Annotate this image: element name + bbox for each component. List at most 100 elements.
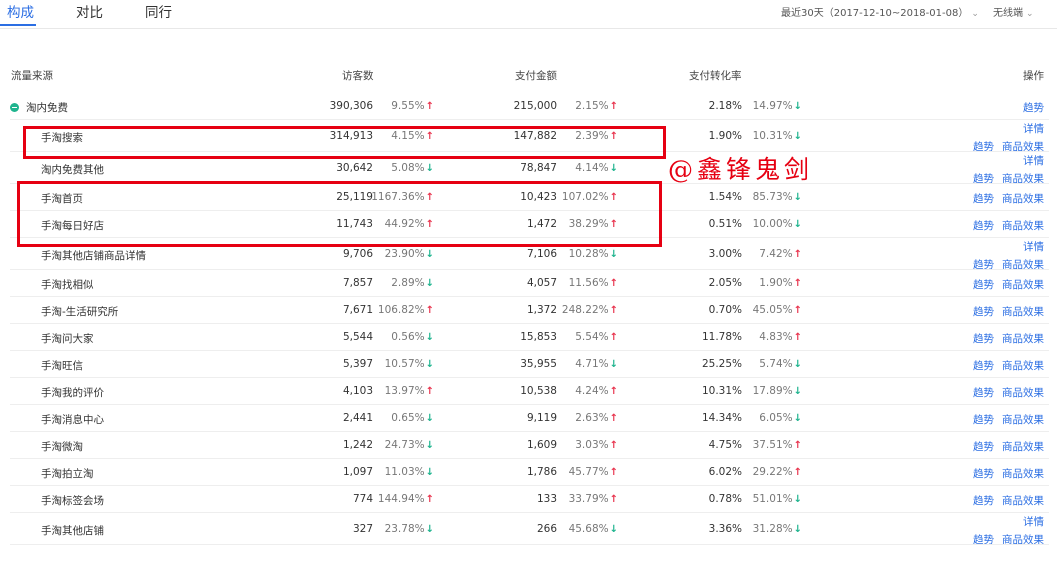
product-effect-link[interactable]: 商品效果 [1002,412,1044,427]
detail-link[interactable]: 详情 [1023,121,1044,136]
visitors-change-value: 23.78% [384,523,425,535]
product-effect-link[interactable]: 商品效果 [1002,439,1044,454]
arrow-down-icon: ↓ [425,412,434,424]
trend-link[interactable]: 趋势 [973,304,994,319]
product-effect-link[interactable]: 商品效果 [1002,331,1044,346]
payment-change-value: 4.14% [575,162,609,174]
payment-value: 78,847 [520,162,557,174]
trend-link[interactable]: 趋势 [973,385,994,400]
header-visitors[interactable]: 访客数 [342,68,374,83]
arrow-down-icon: ↓ [425,277,434,289]
detail-link[interactable]: 详情 [1023,239,1044,254]
header-payment[interactable]: 支付金额 [515,68,557,83]
source-name: 手淘旺信 [41,359,83,372]
payment-value: 7,106 [526,248,557,260]
arrow-down-icon: ↓ [425,466,434,478]
conversion-change-value: 31.28% [752,523,793,535]
conversion-change-value: 4.83% [759,330,793,343]
detail-link[interactable]: 详情 [1023,153,1044,168]
trend-link[interactable]: 趋势 [973,412,994,427]
conversion-value: 14.34% [701,411,742,424]
trend-link[interactable]: 趋势 [1023,100,1044,115]
visitors-change-value: 106.82% [377,303,425,316]
date-range-selector[interactable]: 最近30天（2017-12-10~2018-01-08） ⌄ [781,4,979,19]
trend-link[interactable]: 趋势 [973,331,994,346]
product-effect-link[interactable]: 商品效果 [1002,466,1044,481]
arrow-up-icon: ↑ [793,439,802,451]
top-bar: 构成 对比 同行 最近30天（2017-12-10~2018-01-08） ⌄ 无… [0,0,1057,29]
collapse-icon[interactable] [10,103,19,112]
payment-change-value: 10.28% [568,248,609,260]
conversion-value: 2.18% [708,100,742,112]
trend-link[interactable]: 趋势 [973,466,994,481]
visitors-change-value: 2.89% [391,276,425,289]
source-name: 手淘我的评价 [41,386,104,399]
tab-peers[interactable]: 同行 [145,1,172,21]
arrow-up-icon: ↑ [793,304,802,316]
product-effect-link[interactable]: 商品效果 [1002,358,1044,373]
conversion-change-value: 10.00% [752,217,793,230]
group-row: 淘内免费 390,306 9.55%↑ 215,000 2.15%↑ 2.18% 14.97… [0,94,1057,120]
arrow-up-icon: ↑ [793,277,802,289]
trend-link[interactable]: 趋势 [973,277,994,292]
product-effect-link[interactable]: 商品效果 [1002,277,1044,292]
trend-link[interactable]: 趋势 [973,218,994,233]
visitors-change: 11.03%↓ [385,466,434,478]
source-name: 手淘拍立淘 [41,467,94,480]
visitors-change-value: 0.56% [391,330,425,343]
payment-value: 35,955 [520,357,557,370]
conversion-value: 1.54% [708,190,742,203]
highlight-box-search [23,126,666,159]
product-effect-link[interactable]: 商品效果 [1002,191,1044,206]
visitors-value: 1,097 [342,465,373,478]
arrow-up-icon: ↑ [793,331,802,343]
arrow-down-icon: ↓ [425,331,434,343]
visitors-change-value: 24.73% [384,438,425,451]
arrow-down-icon: ↓ [793,218,802,230]
source-name: 手淘标签会场 [41,494,104,507]
arrow-down-icon: ↓ [609,249,618,260]
device-selector[interactable]: 无线端 ⌄ [993,4,1034,19]
table-row: 手淘拍立淘 1,097 11.03%↓ 1,786 45.77%↑ 6.02% 29.22%… [0,459,1057,486]
tab-composition[interactable]: 构成 [7,1,34,21]
product-effect-link[interactable]: 商品效果 [1002,493,1044,508]
source-name: 手淘其他店铺商品详情 [41,250,146,262]
source-name: 淘内免费 [26,102,68,114]
arrow-up-icon: ↑ [793,466,802,478]
header-conversion[interactable]: 支付转化率 [689,68,742,83]
arrow-up-icon: ↑ [609,304,618,316]
arrow-up-icon: ↑ [425,385,434,397]
tab-compare[interactable]: 对比 [76,1,103,21]
visitors-change: 10.57%↓ [385,358,434,370]
trend-link[interactable]: 趋势 [973,493,994,508]
product-effect-link[interactable]: 商品效果 [1002,218,1044,233]
payment-change: 4.71%↓ [575,358,618,370]
payment-change: 3.03%↑ [575,439,618,451]
visitors-change: 5.08%↓ [391,162,434,174]
conversion-change-value: 1.90% [759,276,793,289]
payment-change: 4.14%↓ [575,162,618,174]
conversion-change: 4.83%↑ [759,331,802,343]
source-name: 手淘微淘 [41,440,83,453]
payment-value: 1,372 [526,303,557,316]
payment-change: 2.15%↑ [575,100,618,112]
conversion-change-value: 51.01% [752,492,793,505]
visitors-value: 7,857 [342,276,373,289]
conversion-value: 25.25% [701,357,742,370]
conversion-value: 0.78% [708,492,742,505]
payment-change: 2.63%↑ [575,412,618,424]
conversion-change: 85.73%↓ [753,191,802,203]
visitors-change-value: 5.08% [391,162,425,174]
trend-link[interactable]: 趋势 [973,358,994,373]
trend-link[interactable]: 趋势 [973,439,994,454]
detail-link[interactable]: 详情 [1023,514,1044,529]
payment-change: 45.68%↓ [569,523,618,535]
conversion-change-value: 29.22% [752,465,793,478]
arrow-up-icon: ↑ [425,304,434,316]
product-effect-link[interactable]: 商品效果 [1002,385,1044,400]
conversion-value: 11.78% [701,330,742,343]
product-effect-link[interactable]: 商品效果 [1002,304,1044,319]
trend-link[interactable]: 趋势 [973,191,994,206]
conversion-value: 1.90% [708,130,742,142]
conversion-change-value: 6.05% [759,411,793,424]
